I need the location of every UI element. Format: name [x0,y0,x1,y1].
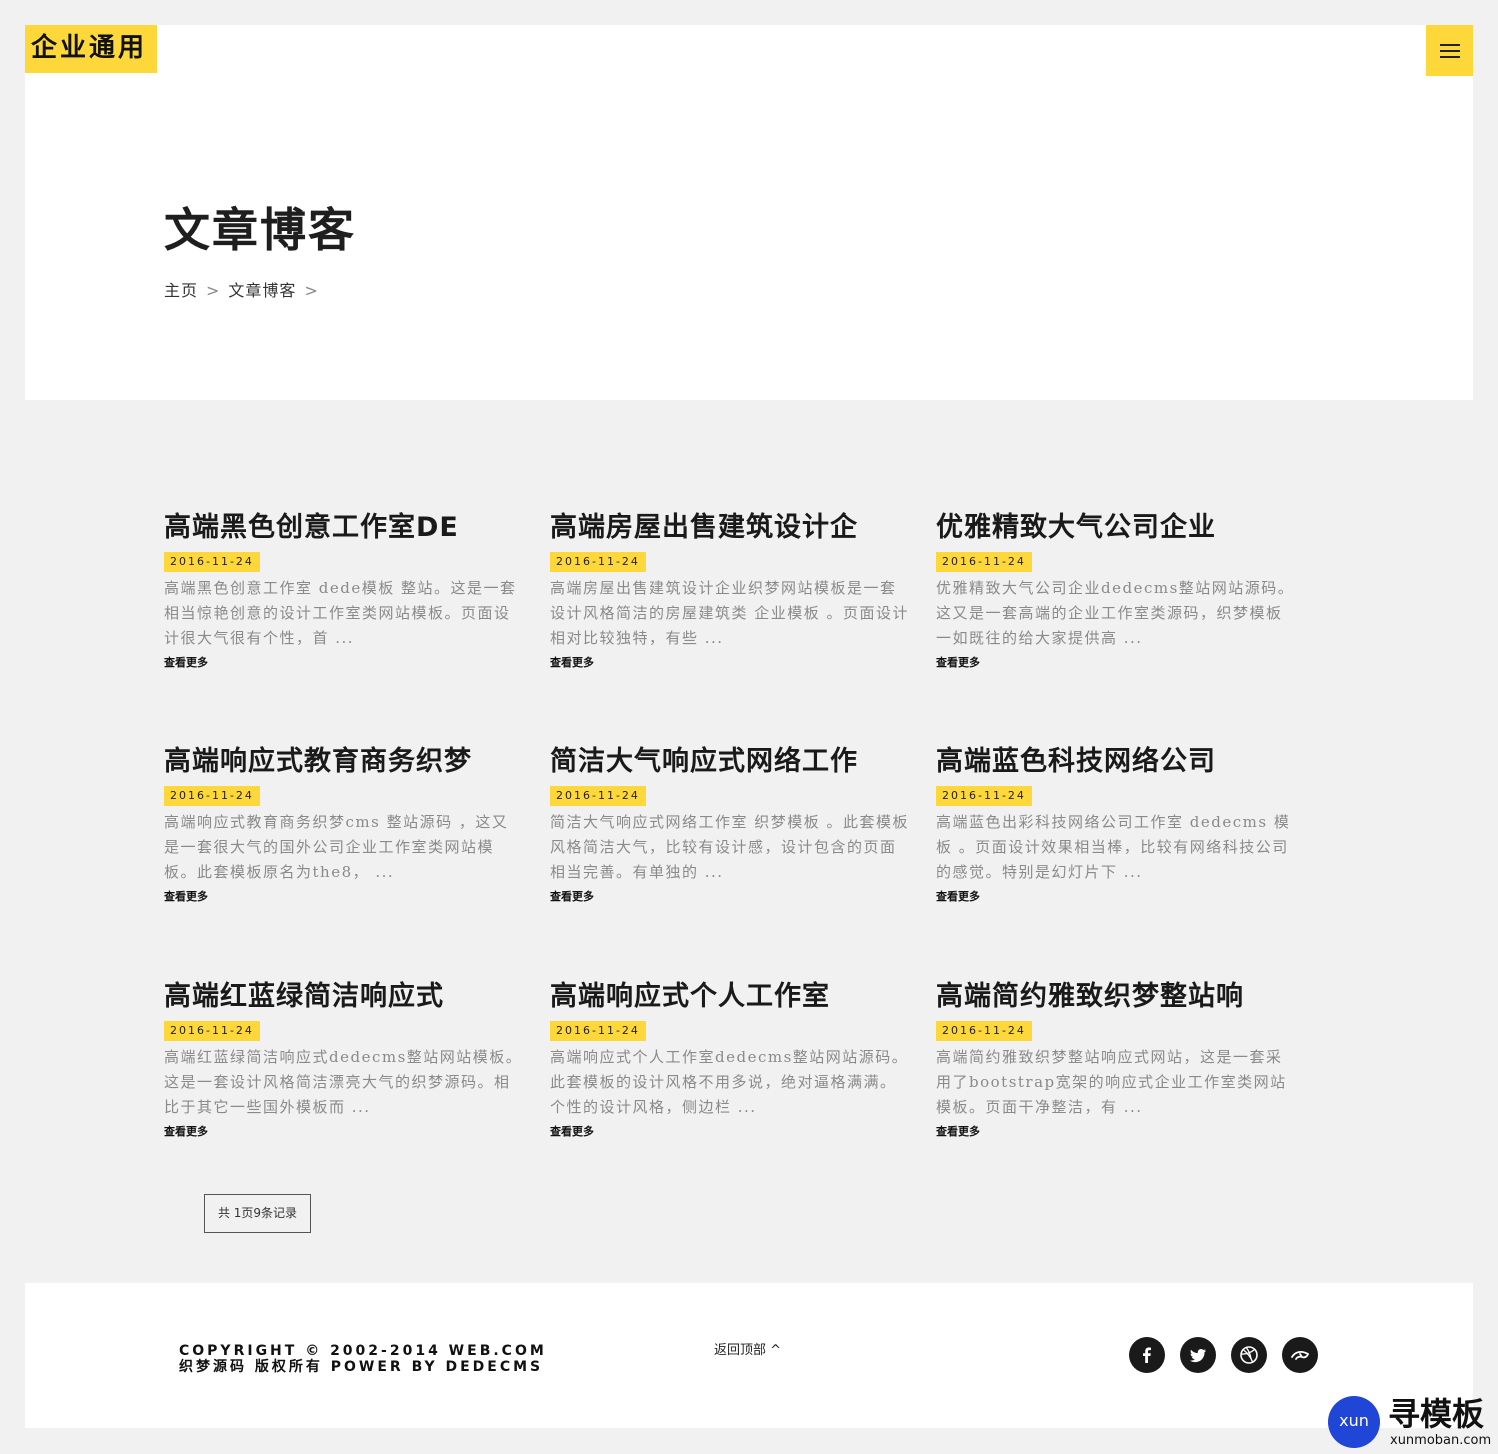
read-more-link[interactable]: 查看更多 [550,1124,910,1140]
read-more-link[interactable]: 查看更多 [550,655,910,671]
read-more-link[interactable]: 查看更多 [936,889,1296,905]
post-date-badge: 2016-11-24 [936,552,1032,572]
post-date-badge: 2016-11-24 [550,1021,646,1041]
post-card: 简洁大气响应式网络工作 2016-11-24 简洁大气响应式网络工作室 织梦模板… [550,744,910,905]
post-card: 优雅精致大气公司企业 2016-11-24 优雅精致大气公司企业dedecms整… [936,510,1296,671]
post-title[interactable]: 高端黑色创意工作室DE [164,510,524,546]
post-title[interactable]: 优雅精致大气公司企业 [936,510,1296,546]
post-date-badge: 2016-11-24 [164,786,260,806]
breadcrumb-home[interactable]: 主页 [164,281,198,300]
page-header: 企业通用 文章博客 主页 > 文章博客 > [25,25,1473,400]
post-card: 高端蓝色科技网络公司 2016-11-24 高端蓝色出彩科技网络公司工作室 de… [936,744,1296,905]
read-more-link[interactable]: 查看更多 [936,1124,1296,1140]
post-card: 高端红蓝绿简洁响应式 2016-11-24 高端红蓝绿简洁响应式dedecms整… [164,979,524,1140]
twitter-icon[interactable] [1180,1337,1216,1373]
breadcrumb-current[interactable]: 文章博客 [228,281,296,300]
hamburger-icon [1439,43,1460,46]
read-more-link[interactable]: 查看更多 [164,655,524,671]
post-card: 高端黑色创意工作室DE 2016-11-24 高端黑色创意工作室 dede模板 … [164,510,524,671]
deviantart-icon[interactable] [1282,1337,1318,1373]
watermark-url: xunmoban.com [1390,1433,1492,1448]
post-date-badge: 2016-11-24 [164,552,260,572]
facebook-icon[interactable] [1129,1337,1165,1373]
post-excerpt: 优雅精致大气公司企业dedecms整站网站源码。这又是一套高端的企业工作室类源码… [936,579,1295,647]
post-excerpt: 高端响应式个人工作室dedecms整站网站源码。此套模板的设计风格不用多说，绝对… [550,1048,909,1116]
post-excerpt: 高端房屋出售建筑设计企业织梦网站模板是一套设计风格简洁的房屋建筑类 企业模板 。… [550,579,910,647]
post-card: 高端响应式教育商务织梦 2016-11-24 高端响应式教育商务织梦cms 整站… [164,744,524,905]
post-date-badge: 2016-11-24 [550,786,646,806]
breadcrumb-separator: > [304,281,319,300]
post-date-badge: 2016-11-24 [936,786,1032,806]
post-excerpt: 高端响应式教育商务织梦cms 整站源码 ，这又是一套很大气的国外公司企业工作室类… [164,813,509,881]
read-more-link[interactable]: 查看更多 [550,889,910,905]
post-card: 高端简约雅致织梦整站响 2016-11-24 高端简约雅致织梦整站响应式网站，这… [936,979,1296,1140]
dribbble-icon[interactable] [1231,1337,1267,1373]
post-title[interactable]: 简洁大气响应式网络工作 [550,744,910,780]
post-excerpt: 高端简约雅致织梦整站响应式网站，这是一套采用了bootstrap宽架的响应式企业… [936,1048,1287,1116]
post-title[interactable]: 高端响应式个人工作室 [550,979,910,1015]
copyright-text: COPYRIGHT © 2002-2014 WEB.COM 织梦源码 版权所有 … [179,1343,547,1375]
menu-button[interactable] [1426,25,1473,76]
watermark-logo: xun 寻模板 xunmoban.com [1328,1394,1496,1452]
post-excerpt: 高端红蓝绿简洁响应式dedecms整站网站模板。这是一套设计风格简洁漂亮大气的织… [164,1048,523,1116]
read-more-link[interactable]: 查看更多 [164,889,524,905]
breadcrumb-separator: > [206,281,221,300]
post-title[interactable]: 高端蓝色科技网络公司 [936,744,1296,780]
watermark-text: 寻模板 [1388,1395,1485,1433]
post-card: 高端房屋出售建筑设计企 2016-11-24 高端房屋出售建筑设计企业织梦网站模… [550,510,910,671]
post-excerpt: 高端蓝色出彩科技网络公司工作室 dedecms 模板 。页面设计效果相当棒，比较… [936,813,1291,881]
social-links [1129,1337,1318,1373]
post-title[interactable]: 高端房屋出售建筑设计企 [550,510,910,546]
page-footer: COPYRIGHT © 2002-2014 WEB.COM 织梦源码 版权所有 … [25,1283,1473,1428]
pagination-info: 共 1页9条记录 [204,1194,311,1233]
back-to-top-link[interactable]: 返回顶部 ^ [714,1339,781,1358]
read-more-link[interactable]: 查看更多 [936,655,1296,671]
read-more-link[interactable]: 查看更多 [164,1124,524,1140]
post-title[interactable]: 高端红蓝绿简洁响应式 [164,979,524,1015]
post-title[interactable]: 高端响应式教育商务织梦 [164,744,524,780]
watermark-badge: xun [1328,1396,1380,1448]
post-excerpt: 简洁大气响应式网络工作室 织梦模板 。此套模板风格简洁大气，比较有设计感，设计包… [550,813,910,881]
post-date-badge: 2016-11-24 [550,552,646,572]
post-date-badge: 2016-11-24 [936,1021,1032,1041]
page-title: 文章博客 [164,203,356,257]
post-title[interactable]: 高端简约雅致织梦整站响 [936,979,1296,1015]
breadcrumb: 主页 > 文章博客 > [164,277,327,301]
site-logo[interactable]: 企业通用 [25,25,158,73]
post-card: 高端响应式个人工作室 2016-11-24 高端响应式个人工作室dedecms整… [550,979,910,1140]
post-excerpt: 高端黑色创意工作室 dede模板 整站。这是一套相当惊艳创意的设计工作室类网站模… [164,579,517,647]
post-date-badge: 2016-11-24 [164,1021,260,1041]
